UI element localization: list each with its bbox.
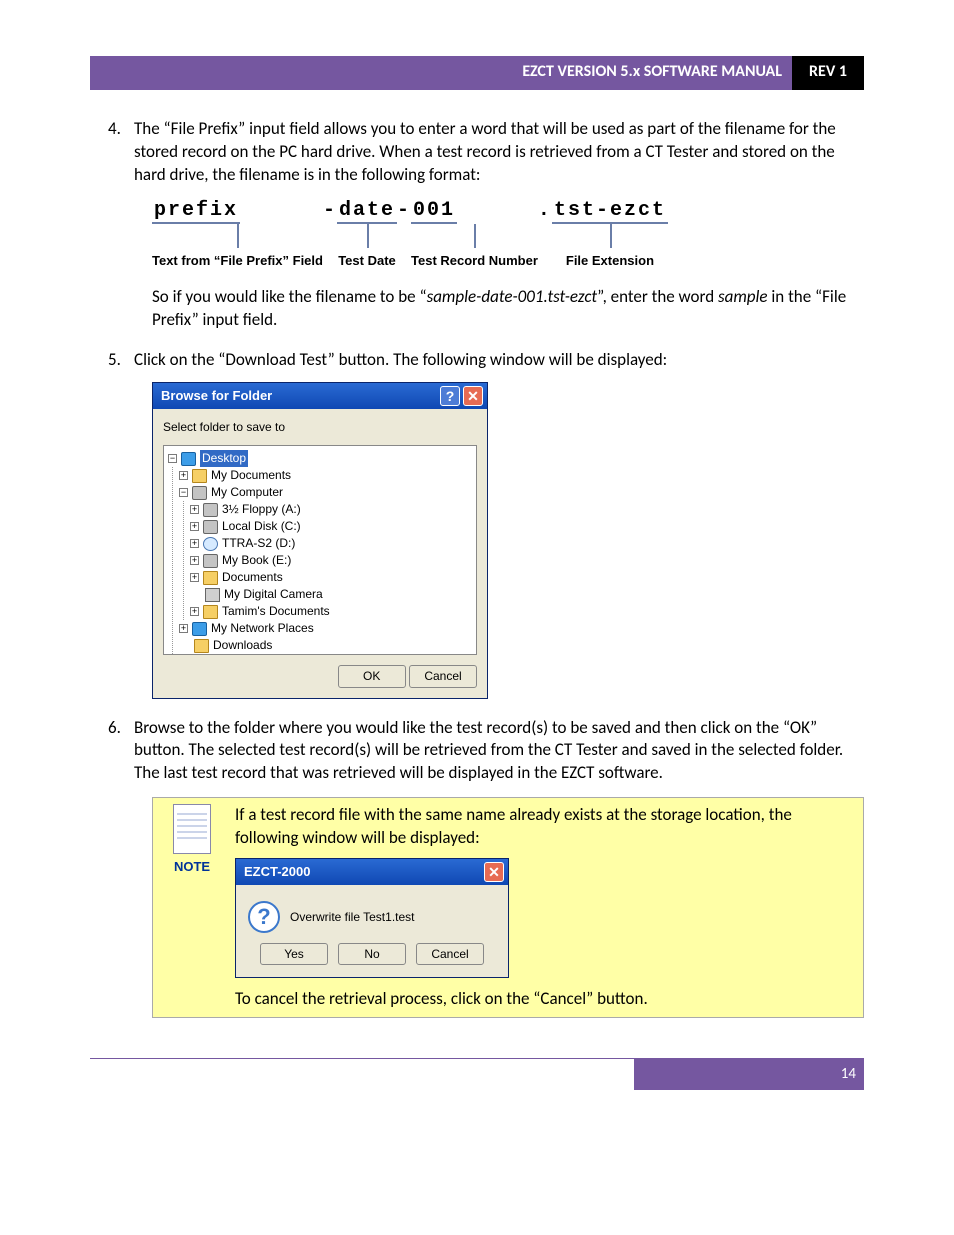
drive-icon [203,554,218,568]
tree-mycomputer[interactable]: My Computer [211,484,283,501]
cancel-button[interactable]: Cancel [409,665,477,687]
tree-ttra[interactable]: TTRA-S2 (D:) [222,535,295,552]
expand-icon[interactable]: + [179,624,188,633]
help-icon[interactable]: ? [440,386,460,406]
filename-diagram: prefix - date - 001 . tst-ezct Text from… [152,197,864,270]
tree-floppy[interactable]: 3½ Floppy (A:) [222,501,301,518]
step4-number: 4. [90,118,134,187]
folder-icon [194,639,209,653]
overwrite-title: EZCT-2000 [244,863,481,881]
fname-ext: tst-ezct [552,199,668,224]
step4-para1: The “File Prefix” input field allows you… [134,118,864,187]
page-header: EZCT VERSION 5.x SOFTWARE MANUAL REV 1 [90,56,864,90]
tree-desktop[interactable]: Desktop [200,450,248,467]
folder-icon [192,469,207,483]
step4-para2: So if you would like the filename to be … [152,286,864,332]
note-block: NOTE If a test record file with the same… [152,797,864,1018]
yes-button[interactable]: Yes [260,943,328,965]
tree-documents[interactable]: Documents [222,569,283,586]
fname-date: date [337,199,397,224]
overwrite-dialog: EZCT-2000 ✕ ? Overwrite file Test1.test … [235,858,509,978]
folder-icon [203,605,218,619]
camera-icon [205,588,220,602]
folder-tree[interactable]: − Desktop + My Documents − My Computer +3½… [163,445,477,655]
fname-prefix: prefix [152,199,240,224]
tree-localc[interactable]: Local Disk (C:) [222,518,301,535]
fname-label-ext: File Extension [552,224,668,270]
tree-mybook[interactable]: My Book (E:) [222,552,291,569]
page-number: 14 [634,1059,864,1090]
page-footer: 14 [90,1058,864,1090]
folder-icon [203,571,218,585]
browse-subtitle: Select folder to save to [163,419,477,435]
tree-mydocs[interactable]: My Documents [211,467,291,484]
desktop-icon [181,452,196,466]
expand-icon[interactable]: + [190,539,199,548]
collapse-icon[interactable]: − [168,454,177,463]
expand-icon[interactable]: + [179,471,188,480]
cd-icon [203,537,218,551]
question-icon: ? [248,901,280,933]
browse-dialog-title: Browse for Folder [161,387,437,405]
expand-icon[interactable]: + [190,505,199,514]
network-icon [192,622,207,636]
computer-icon [192,486,207,500]
browse-for-folder-dialog: Browse for Folder ? ✕ Select folder to s… [152,382,488,698]
close-icon[interactable]: ✕ [484,862,504,882]
note-line1: If a test record file with the same name… [235,804,857,850]
collapse-icon[interactable]: − [179,488,188,497]
tree-netplaces[interactable]: My Network Places [211,620,314,637]
no-button[interactable]: No [338,943,406,965]
header-rev: REV 1 [792,56,864,90]
fname-num: 001 [411,199,457,224]
cancel-button[interactable]: Cancel [416,943,484,965]
expand-icon[interactable]: + [190,556,199,565]
drive-icon [203,520,218,534]
expand-icon[interactable]: + [190,522,199,531]
step6-text: Browse to the folder where you would lik… [134,717,864,786]
note-label: NOTE [159,858,225,876]
header-title: EZCT VERSION 5.x SOFTWARE MANUAL [90,56,792,90]
note-icon [173,804,211,854]
close-icon[interactable]: ✕ [463,386,483,406]
step6-number: 6. [90,717,134,786]
fname-label-num: Test Record Number [411,224,538,270]
ok-button[interactable]: OK [338,665,406,687]
fname-label-prefix: Text from “File Prefix” Field [152,224,323,270]
tree-tamim[interactable]: Tamim's Documents [222,603,330,620]
fname-label-date: Test Date [337,224,397,270]
step5-number: 5. [90,349,134,372]
expand-icon[interactable]: + [190,573,199,582]
expand-icon[interactable]: + [190,607,199,616]
overwrite-message: Overwrite file Test1.test [290,909,415,925]
tree-camera[interactable]: My Digital Camera [224,586,323,603]
step5-text: Click on the “Download Test” button. The… [134,349,864,372]
tree-downloads[interactable]: Downloads [213,637,272,654]
floppy-icon [203,503,218,517]
note-line2: To cancel the retrieval process, click o… [235,988,857,1011]
